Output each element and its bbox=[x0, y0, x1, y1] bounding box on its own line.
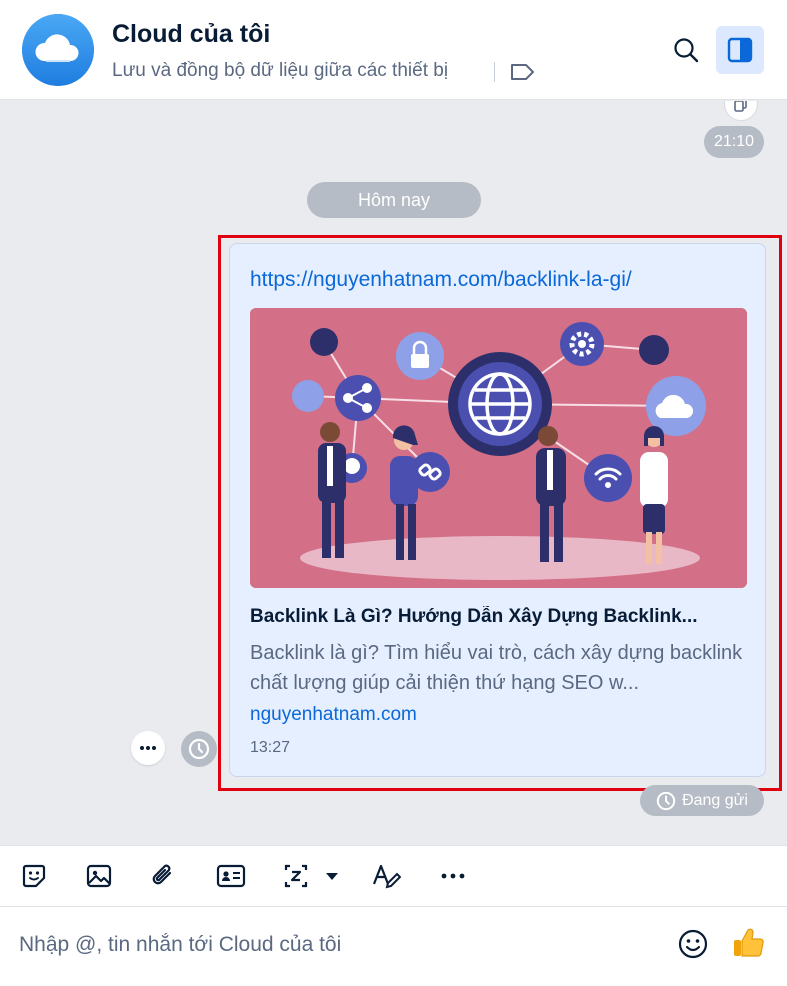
sidebar-panel-icon bbox=[727, 37, 753, 63]
link-preview-image[interactable] bbox=[250, 308, 747, 588]
more-tools-button[interactable] bbox=[437, 860, 469, 892]
link-preview-description: Backlink là gì? Tìm hiểu vai trò, cách x… bbox=[250, 642, 743, 694]
image-icon bbox=[86, 864, 112, 888]
message-more-button[interactable] bbox=[131, 731, 165, 765]
sticker-icon bbox=[22, 864, 46, 888]
day-separator: Hôm nay bbox=[307, 182, 481, 218]
emoji-icon bbox=[678, 929, 708, 959]
more-horizontal-icon bbox=[140, 746, 156, 750]
clock-icon[interactable] bbox=[181, 731, 217, 767]
attachment-button[interactable] bbox=[148, 860, 180, 892]
composer-toolbar bbox=[0, 845, 787, 907]
text-format-icon bbox=[372, 864, 401, 889]
tag-icon[interactable] bbox=[508, 60, 536, 84]
screenshot-icon bbox=[284, 864, 338, 888]
contact-card-button[interactable] bbox=[215, 860, 247, 892]
sending-status: Đang gửi bbox=[640, 785, 764, 816]
chevron-down-icon bbox=[326, 873, 338, 880]
sticker-button[interactable] bbox=[18, 860, 50, 892]
message-link[interactable]: https://nguyenhatnam.com/backlink-la-gi/ bbox=[250, 268, 632, 292]
search-button[interactable] bbox=[664, 28, 708, 72]
clock-icon bbox=[656, 791, 676, 810]
image-button[interactable] bbox=[83, 860, 115, 892]
text-format-button[interactable] bbox=[370, 860, 402, 892]
chat-header: Cloud của tôi Lưu và đồng bộ dữ liệu giữ… bbox=[0, 0, 787, 100]
message-list[interactable]: 21:10 Hôm nay https://nguyenhatnam.com/b… bbox=[0, 101, 787, 845]
header-divider bbox=[494, 62, 495, 82]
emoji-button[interactable] bbox=[676, 927, 710, 961]
link-preview-title[interactable]: Backlink Là Gì? Hướng Dẫn Xây Dựng Backl… bbox=[250, 606, 750, 628]
toggle-sidebar-button[interactable] bbox=[716, 26, 764, 74]
contact-card-icon bbox=[216, 864, 246, 888]
composer bbox=[0, 907, 787, 986]
chat-title: Cloud của tôi bbox=[112, 20, 271, 48]
message-time: 13:27 bbox=[250, 739, 291, 756]
more-icon bbox=[441, 873, 465, 879]
attachment-icon bbox=[152, 864, 172, 885]
link-message-bubble[interactable]: https://nguyenhatnam.com/backlink-la-gi/ bbox=[229, 243, 766, 777]
thumbs-up-icon bbox=[734, 928, 764, 957]
sending-status-label: Đang gửi bbox=[682, 791, 748, 809]
cloud-avatar[interactable] bbox=[22, 14, 94, 86]
previous-message-time: 21:10 bbox=[704, 126, 764, 158]
cloud-icon bbox=[22, 14, 94, 86]
message-input[interactable] bbox=[19, 925, 659, 965]
link-preview-domain[interactable]: nguyenhatnam.com bbox=[250, 704, 417, 726]
copy-icon[interactable] bbox=[724, 101, 758, 121]
search-icon bbox=[674, 38, 699, 63]
screenshot-button[interactable] bbox=[282, 860, 342, 892]
quick-like-button[interactable] bbox=[730, 925, 766, 961]
chat-subtitle: Lưu và đồng bộ dữ liệu giữa các thiết bị bbox=[112, 60, 449, 81]
